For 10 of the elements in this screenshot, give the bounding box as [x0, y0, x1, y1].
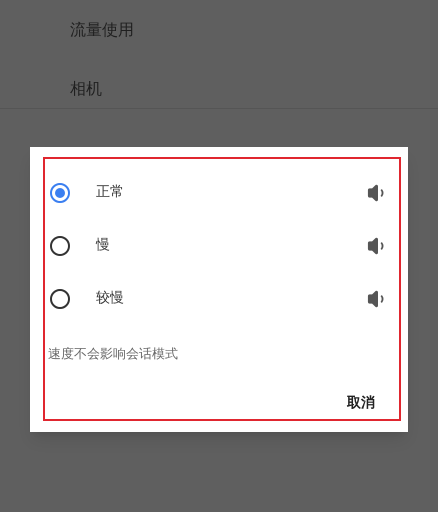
option-label: 慢 — [96, 236, 110, 255]
radio-button[interactable] — [50, 288, 70, 308]
cancel-button[interactable]: 取消 — [347, 393, 375, 414]
note-text: 速度不会影响会话模式 — [48, 347, 178, 362]
option-label: 较慢 — [96, 289, 124, 308]
option-label: 正常 — [96, 183, 124, 202]
radio-button[interactable] — [50, 236, 70, 256]
radio-button[interactable] — [50, 182, 70, 202]
setting-item[interactable]: 相机 — [70, 76, 102, 100]
setting-item[interactable]: 流量使用 — [70, 18, 134, 42]
